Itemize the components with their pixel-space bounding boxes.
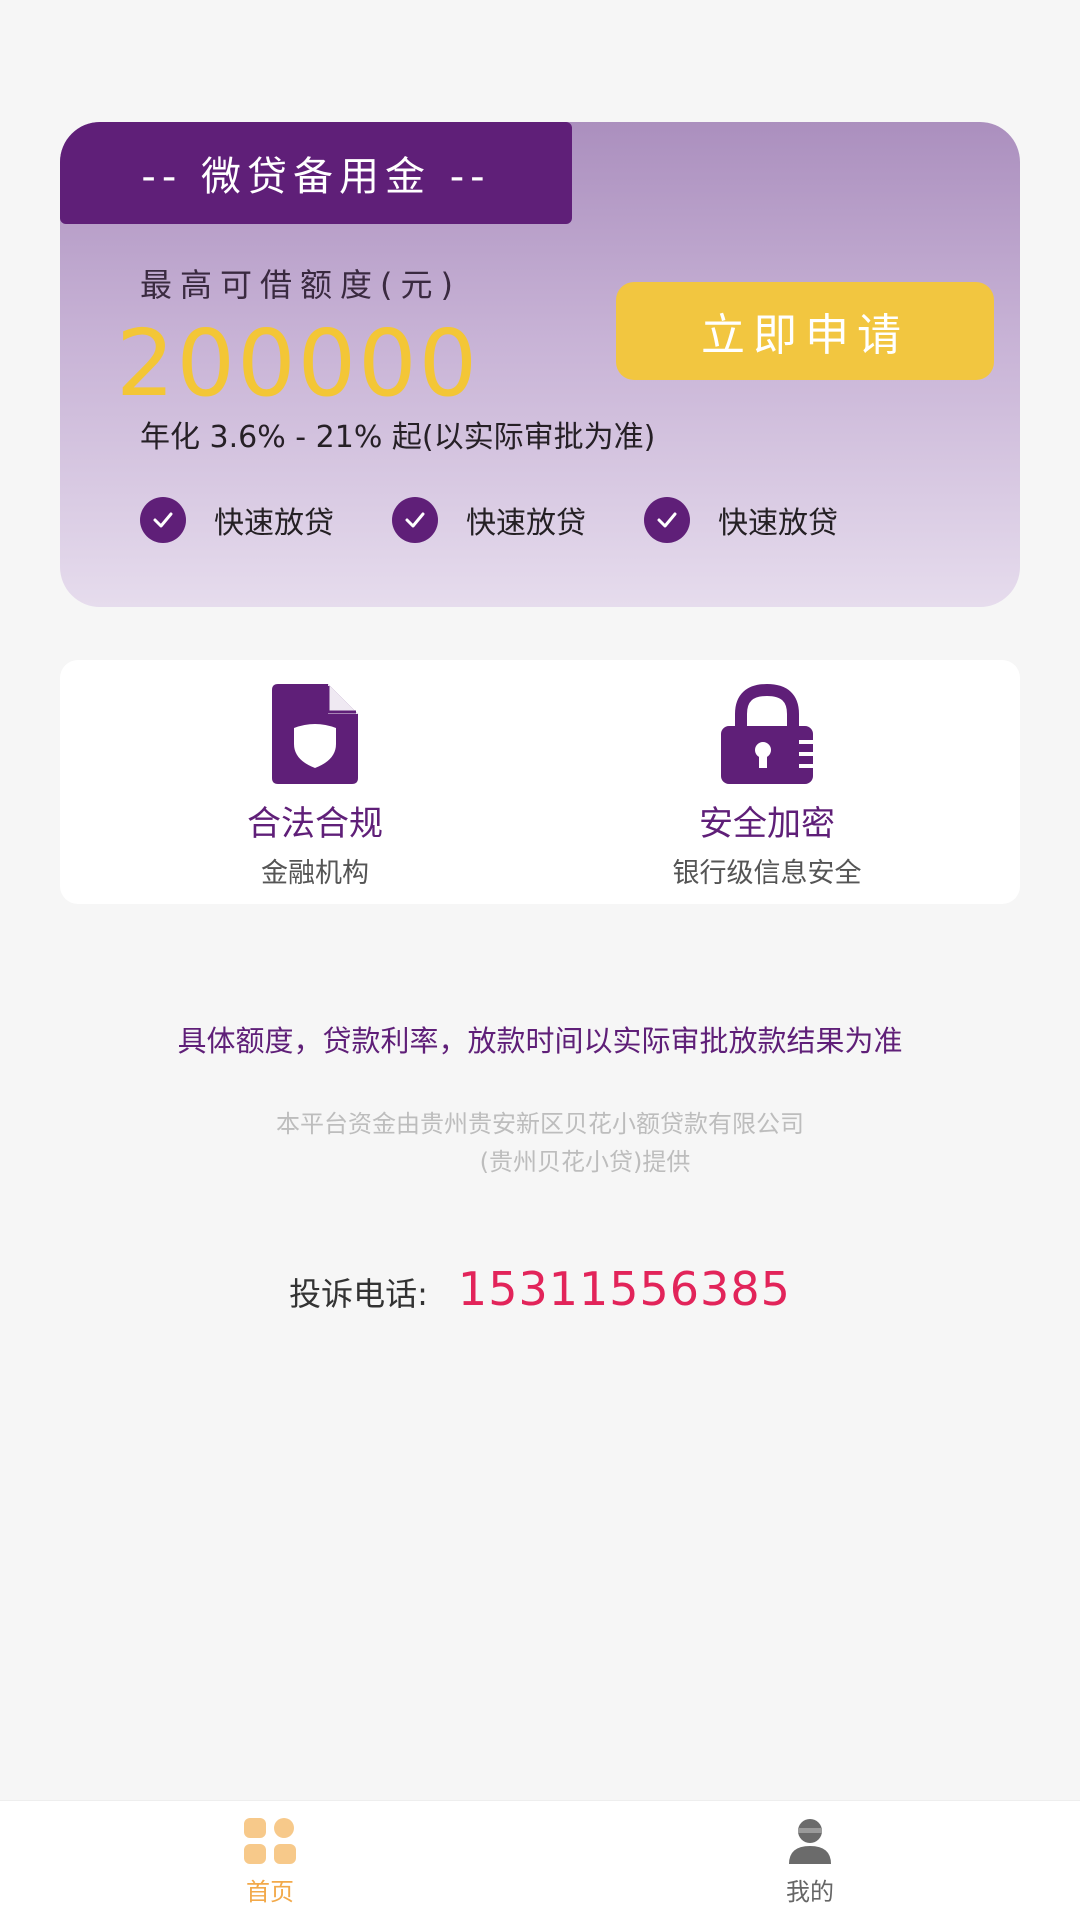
feature-item: 快速放贷 xyxy=(140,497,334,543)
feature-label: 快速放贷 xyxy=(214,506,334,541)
rate-text: 年化 3.6% - 21% 起(以实际审批为准) xyxy=(140,420,656,455)
check-icon xyxy=(644,497,690,543)
nav-item-home[interactable]: 首页 xyxy=(0,1801,540,1920)
trust-title: 安全加密 xyxy=(699,804,835,844)
nav-label-home: 首页 xyxy=(246,1877,294,1906)
card-tag: -- 微贷备用金 -- xyxy=(60,122,572,224)
user-icon xyxy=(789,1818,831,1864)
trust-item-security: 安全加密 银行级信息安全 xyxy=(617,684,917,890)
complaint-hotline: 投诉电话: 15311556385 xyxy=(0,1262,1080,1316)
feature-item: 快速放贷 xyxy=(644,497,838,543)
bottom-nav: 首页 我的 xyxy=(0,1800,1080,1920)
check-icon xyxy=(140,497,186,543)
trust-item-compliance: 合法合规 金融机构 xyxy=(165,684,465,890)
check-icon xyxy=(392,497,438,543)
apply-button[interactable]: 立即申请 xyxy=(616,282,994,380)
provider-line-1: 本平台资金由贵州贵安新区贝花小额贷款有限公司 xyxy=(276,1110,804,1138)
trust-panel: 合法合规 金融机构 安全加密 银行级信息安全 xyxy=(60,660,1020,904)
complaint-label: 投诉电话: xyxy=(289,1275,428,1313)
complaint-phone-link[interactable]: 15311556385 xyxy=(458,1262,791,1316)
trust-title: 合法合规 xyxy=(247,804,383,844)
feature-label: 快速放贷 xyxy=(718,506,838,541)
nav-item-mine[interactable]: 我的 xyxy=(540,1801,1080,1920)
feature-item: 快速放贷 xyxy=(392,497,586,543)
feature-label: 快速放贷 xyxy=(466,506,586,541)
loan-card: -- 微贷备用金 -- 最高可借额度(元) 200000 立即申请 年化 3.6… xyxy=(60,122,1020,607)
trust-subtitle: 银行级信息安全 xyxy=(672,858,862,889)
nav-label-mine: 我的 xyxy=(786,1877,834,1906)
feature-list: 快速放贷 快速放贷 快速放贷 xyxy=(140,497,1000,543)
home-grid-icon xyxy=(244,1817,296,1864)
home-page: -- 微贷备用金 -- 最高可借额度(元) 200000 立即申请 年化 3.6… xyxy=(0,0,1080,1920)
quota-label: 最高可借额度(元) xyxy=(140,266,461,304)
approval-notice: 具体额度，贷款利率，放款时间以实际审批放款结果为准 xyxy=(177,1024,903,1058)
trust-subtitle: 金融机构 xyxy=(261,858,369,889)
lock-icon xyxy=(721,684,813,784)
document-shield-icon xyxy=(272,684,358,784)
quota-amount: 200000 xyxy=(116,310,480,417)
provider-line-2: (贵州贝花小贷)提供 xyxy=(479,1148,691,1176)
